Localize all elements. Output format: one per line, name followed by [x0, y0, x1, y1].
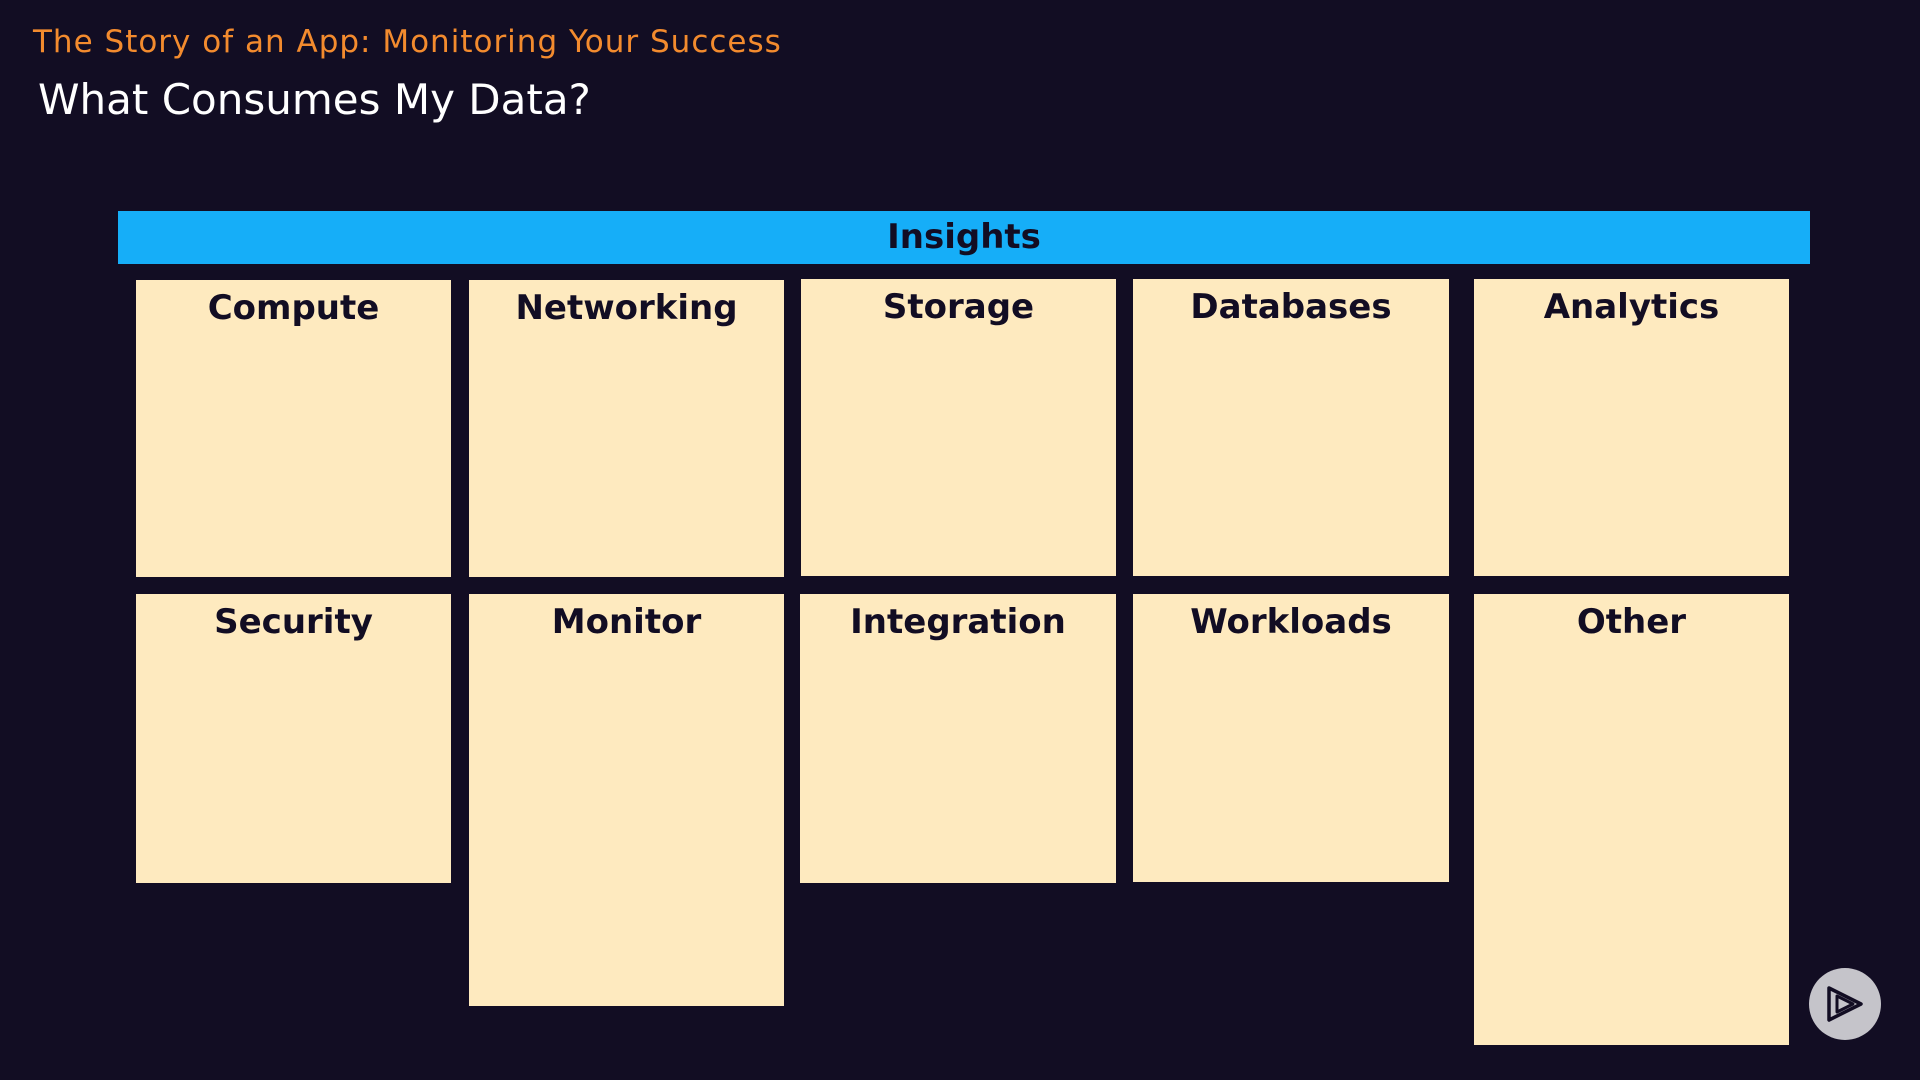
note-workloads: Workloads — [1133, 594, 1449, 882]
course-title: The Story of an App: Monitoring Your Suc… — [33, 24, 782, 60]
play-logo-icon — [1827, 986, 1863, 1022]
note-security: Security — [136, 594, 451, 883]
note-analytics: Analytics — [1474, 279, 1789, 576]
note-integration: Integration — [800, 594, 1116, 883]
insights-banner: Insights — [118, 211, 1810, 264]
note-storage: Storage — [801, 279, 1116, 576]
note-compute: Compute — [136, 280, 451, 577]
note-monitor: Monitor — [469, 594, 784, 1006]
note-databases: Databases — [1133, 279, 1449, 576]
note-networking: Networking — [469, 280, 784, 577]
note-other: Other — [1474, 594, 1789, 1045]
slide-title: What Consumes My Data? — [38, 75, 591, 124]
slide: The Story of an App: Monitoring Your Suc… — [0, 0, 1920, 1080]
play-logo-button[interactable] — [1809, 968, 1881, 1040]
